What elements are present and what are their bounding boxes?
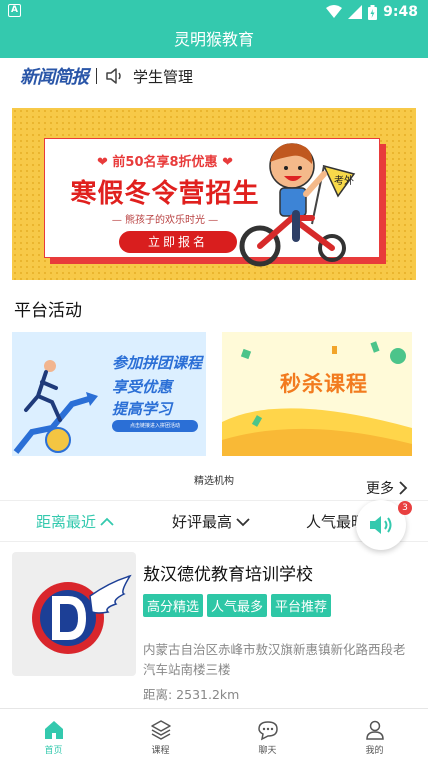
news-ticker[interactable]: 新闻简报 学生管理 <box>0 58 428 94</box>
nav-courses[interactable]: 课程 <box>107 709 214 760</box>
news-logo: 新闻简报 <box>20 67 89 88</box>
chat-icon <box>257 721 278 741</box>
school-list-item[interactable]: 敖汉德优教育培训学校 高分精选 人气最多 平台推荐 内蒙古自治区赤峰市敖汉旗新惠… <box>0 544 428 704</box>
school-tag: 人气最多 <box>207 594 268 617</box>
school-address: 内蒙古自治区赤峰市敖汉旗新惠镇新化路西段老汽车站南楼三楼 <box>143 642 406 677</box>
status-time: 9:48 <box>383 4 418 20</box>
more-label: 更多 <box>366 481 394 497</box>
nav-profile[interactable]: 我的 <box>321 709 428 760</box>
platform-activity-title: 平台活动 <box>14 301 82 321</box>
audio-badge: 3 <box>398 501 412 515</box>
featured-label: 精选机构 <box>194 476 234 487</box>
signup-button[interactable]: 立即报名 <box>119 231 237 253</box>
flash-sale-title: 秒杀课程 <box>280 372 368 396</box>
layers-icon <box>150 720 171 740</box>
school-logo-emblem <box>32 574 132 654</box>
chevron-right-icon <box>399 481 408 495</box>
nav-home[interactable]: 首页 <box>0 709 107 760</box>
promo-group-line4: 点击链接进入拼团活动 <box>112 420 198 432</box>
nav-home-label: 首页 <box>44 746 63 756</box>
news-divider <box>96 68 97 84</box>
school-distance: 距离: 2531.2km <box>143 687 240 702</box>
filter-rating-label: 好评最高 <box>172 513 233 531</box>
nav-profile-label: 我的 <box>365 746 384 756</box>
person-icon <box>365 720 384 740</box>
signal-icon <box>348 5 363 19</box>
nav-chat-label: 聊天 <box>258 746 277 756</box>
chevron-down-icon <box>236 517 250 526</box>
chevron-up-icon <box>100 517 114 526</box>
school-name: 敖汉德优教育培训学校 <box>143 565 313 585</box>
filter-distance[interactable]: 距离最近 <box>36 511 114 532</box>
runner-stairs-illustration <box>13 360 98 454</box>
notification-icon: A <box>8 4 21 17</box>
wifi-icon <box>326 5 343 18</box>
group-buy-promo[interactable]: 参加拼团课程 享受优惠 提高学习 点击链接进入拼团活动 <box>12 332 206 456</box>
school-tag: 平台推荐 <box>271 594 332 617</box>
battery-icon <box>368 4 378 20</box>
more-link[interactable]: 更多 <box>366 478 408 498</box>
nav-chat[interactable]: 聊天 <box>214 709 321 760</box>
bottom-nav: 首页 课程 聊天 我的 <box>0 708 428 760</box>
home-icon <box>44 721 63 739</box>
filter-rating[interactable]: 好评最高 <box>172 511 250 532</box>
status-bar: A 9:48 <box>0 0 428 24</box>
promo-group-line3: 提高学习 <box>112 400 173 418</box>
kid-on-bike-illustration: 考外 <box>239 143 356 267</box>
flag-text: 考外 <box>334 175 354 187</box>
school-tag: 高分精选 <box>143 594 204 617</box>
promo-group-line2: 享受优惠 <box>112 378 173 396</box>
volume-icon <box>370 516 392 534</box>
speaker-icon <box>106 68 121 84</box>
flash-sale-promo[interactable]: 秒杀课程 <box>222 332 412 456</box>
app-title: 灵明猴教育 <box>0 24 428 58</box>
winter-camp-banner[interactable]: ❤ 前50名享8折优惠 ❤ 寒假冬令营招生 — 熊孩子的欢乐时光 — 立即报名 … <box>12 108 416 280</box>
promo-group-line1: 参加拼团课程 <box>112 354 203 372</box>
filter-distance-label: 距离最近 <box>36 513 97 531</box>
nav-courses-label: 课程 <box>151 746 170 756</box>
school-logo <box>12 552 136 676</box>
news-message: 学生管理 <box>133 67 194 86</box>
school-tags: 高分精选 人气最多 平台推荐 <box>143 594 332 617</box>
